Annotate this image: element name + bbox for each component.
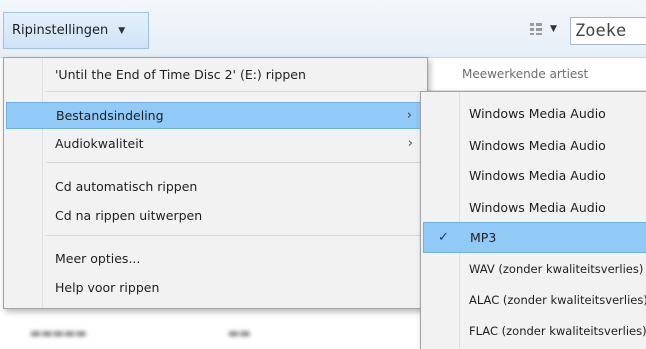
menu-separator bbox=[46, 162, 422, 163]
view-options-icon[interactable] bbox=[528, 22, 544, 38]
rip-settings-menu: 'Until the End of Time Disc 2' (E:) ripp… bbox=[3, 57, 428, 309]
format-submenu: Windows Media Audio Windows Media Audio … bbox=[420, 91, 646, 349]
menu-item-audio-quality[interactable]: Audiokwaliteit › bbox=[6, 130, 425, 157]
format-option-label: MP3 bbox=[470, 230, 497, 245]
menu-separator bbox=[46, 91, 422, 92]
format-option-wma-lossless[interactable]: Windows Media Audio bbox=[423, 192, 646, 223]
search-placeholder: Zoeke bbox=[575, 21, 627, 41]
format-option-label: Windows Media Audio bbox=[469, 138, 606, 153]
format-option-wma[interactable]: Windows Media Audio bbox=[423, 98, 646, 129]
format-option-wma-pro[interactable]: Windows Media Audio bbox=[423, 130, 646, 161]
menu-item-more-options[interactable]: Meer opties... bbox=[6, 245, 425, 272]
background-list-row: ▬▬▬▬▬ ▬▬ bbox=[0, 318, 420, 349]
format-option-mp3[interactable]: ✓ MP3 bbox=[423, 222, 646, 253]
format-option-label: Windows Media Audio bbox=[469, 200, 606, 215]
column-header-label: Meewerkende artiest bbox=[462, 67, 589, 81]
column-header-contributing-artist[interactable]: Meewerkende artiest bbox=[420, 58, 646, 91]
format-option-alac[interactable]: ALAC (zonder kwaliteitsverlies) bbox=[423, 285, 646, 316]
menu-item-auto-rip[interactable]: Cd automatisch rippen bbox=[6, 173, 425, 200]
toolbar: Ripinstellingen ▼ ▼ Zoeke bbox=[0, 0, 646, 58]
format-option-label: FLAC (zonder kwaliteitsverlies) bbox=[469, 324, 646, 338]
format-option-label: ALAC (zonder kwaliteitsverlies) bbox=[469, 293, 646, 307]
menu-item-label: 'Until the End of Time Disc 2' (E:) ripp… bbox=[55, 67, 306, 82]
menu-item-format[interactable]: Bestandsindeling › bbox=[6, 102, 425, 129]
menu-item-label: Cd na rippen uitwerpen bbox=[55, 208, 203, 223]
menu-item-eject-after-rip[interactable]: Cd na rippen uitwerpen bbox=[6, 202, 425, 229]
checkmark-icon: ✓ bbox=[438, 230, 449, 245]
menu-separator bbox=[46, 235, 422, 236]
format-option-label: Windows Media Audio bbox=[469, 106, 606, 121]
format-option-wma-variable[interactable]: Windows Media Audio bbox=[423, 160, 646, 191]
menu-item-label: Cd automatisch rippen bbox=[55, 179, 198, 194]
rip-settings-label: Ripinstellingen bbox=[12, 23, 109, 38]
menu-item-label: Audiokwaliteit bbox=[55, 136, 144, 151]
chevron-down-icon: ▼ bbox=[118, 25, 126, 36]
format-option-flac[interactable]: FLAC (zonder kwaliteitsverlies) bbox=[423, 316, 646, 347]
menu-item-rip-cd[interactable]: 'Until the End of Time Disc 2' (E:) ripp… bbox=[6, 61, 425, 88]
menu-item-label: Meer opties... bbox=[55, 251, 141, 266]
menu-item-label: Bestandsindeling bbox=[56, 108, 164, 123]
menu-item-rip-help[interactable]: Help voor rippen bbox=[6, 274, 425, 301]
format-option-label: Windows Media Audio bbox=[469, 168, 606, 183]
rip-settings-button[interactable]: Ripinstellingen ▼ bbox=[3, 12, 149, 49]
view-options-dropdown-icon[interactable]: ▼ bbox=[550, 24, 557, 34]
format-option-wav[interactable]: WAV (zonder kwaliteitsverlies) bbox=[423, 254, 646, 285]
menu-item-label: Help voor rippen bbox=[55, 280, 160, 295]
format-option-label: WAV (zonder kwaliteitsverlies) bbox=[469, 262, 644, 276]
submenu-arrow-icon: › bbox=[406, 108, 412, 123]
submenu-arrow-icon: › bbox=[407, 136, 413, 151]
background-cell: ▬▬ bbox=[228, 326, 251, 340]
background-cell: ▬▬▬▬▬ bbox=[30, 326, 87, 340]
search-input[interactable]: Zoeke bbox=[570, 17, 646, 45]
